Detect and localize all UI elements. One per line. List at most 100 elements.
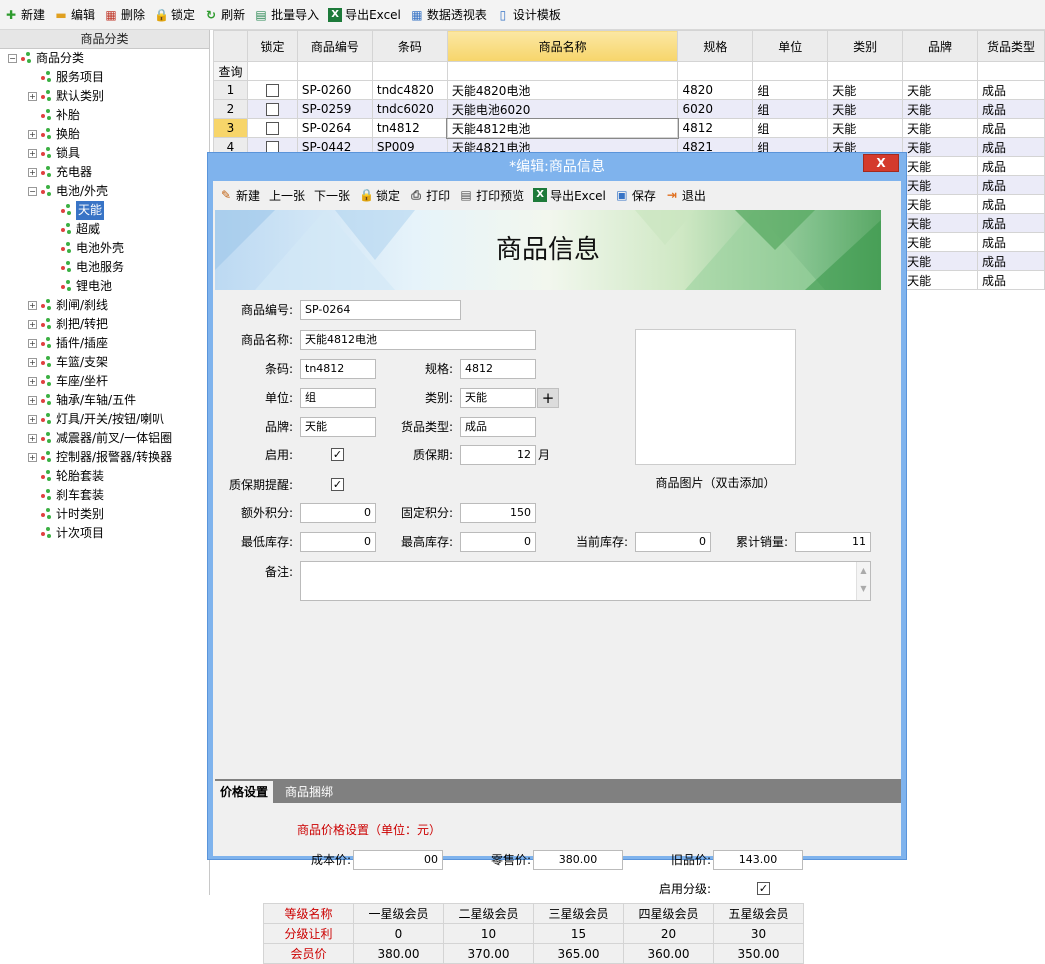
name-field[interactable]: 天能4812电池 [300, 330, 536, 350]
column-header[interactable]: 规格 [677, 30, 754, 62]
tab-price-settings[interactable]: 价格设置 [215, 781, 274, 803]
toolbar-grid-delete-button[interactable]: ▦ 删除 [104, 6, 145, 23]
query-cell[interactable] [371, 61, 448, 81]
current-stock-field[interactable]: 0 [635, 532, 711, 552]
expand-icon[interactable]: + [28, 339, 37, 348]
query-cell[interactable] [827, 61, 904, 81]
toolbar-plus-button[interactable]: ✚ 新建 [4, 6, 45, 23]
product-image-box[interactable] [635, 329, 796, 465]
lock-checkbox[interactable] [265, 103, 279, 116]
expand-icon[interactable]: + [28, 358, 37, 367]
max-stock-field[interactable]: 0 [460, 532, 536, 552]
level-cell[interactable]: 30 [713, 923, 804, 944]
toolbar-pivot-button[interactable]: ▦ 数据透视表 [410, 6, 487, 23]
table-row[interactable]: 1 SP-0260 tndc4820 天能4820电池 4820 组天能 天能 成品 [213, 80, 1045, 100]
dialog-toolbar-button[interactable]: ▣ 保存 [615, 187, 656, 204]
query-cell[interactable] [246, 61, 298, 81]
expand-icon[interactable]: + [28, 377, 37, 386]
tree-node[interactable]: + 插件/插座 [0, 334, 209, 353]
tree-node[interactable]: + 充电器 [0, 163, 209, 182]
level-cell[interactable]: 365.00 [533, 943, 624, 964]
expand-icon[interactable]: + [28, 320, 37, 329]
goods-type-field[interactable]: 成品 [460, 417, 536, 437]
warranty-field[interactable]: 12 [460, 445, 536, 465]
toolbar-excel-button[interactable]: X 导出Excel [328, 6, 401, 23]
level-cell[interactable]: 20 [623, 923, 714, 944]
retail-field[interactable]: 380.00 [533, 850, 623, 870]
expand-icon[interactable]: + [28, 92, 37, 101]
query-cell[interactable] [902, 61, 978, 81]
brand-field[interactable]: 天能 [300, 417, 376, 437]
enable-checkbox[interactable]: ✓ [331, 448, 344, 461]
dialog-toolbar-button[interactable]: 🔒 锁定 [359, 187, 400, 204]
remark-textarea[interactable]: ▲ ▼ [300, 561, 871, 601]
level-cell[interactable]: 370.00 [443, 943, 534, 964]
total-sales-field[interactable]: 11 [795, 532, 871, 552]
extra-points-field[interactable]: 0 [300, 503, 376, 523]
tree-node[interactable]: + 锁具 [0, 144, 209, 163]
expand-icon[interactable]: + [28, 130, 37, 139]
toolbar-import-button[interactable]: ▤ 批量导入 [254, 6, 319, 23]
column-header[interactable]: 品牌 [902, 30, 978, 62]
expand-icon[interactable]: + [28, 301, 37, 310]
lock-cell[interactable] [246, 80, 298, 100]
column-header[interactable]: 条码 [371, 30, 448, 62]
fixed-points-field[interactable]: 150 [460, 503, 536, 523]
query-cell[interactable] [296, 61, 373, 81]
tree-node[interactable]: + 减震器/前叉/一体铝圈 [0, 429, 209, 448]
dialog-toolbar-button[interactable]: ⇥ 退出 [665, 187, 706, 204]
level-enable-checkbox[interactable]: ✓ [757, 882, 770, 895]
level-cell[interactable]: 360.00 [623, 943, 714, 964]
column-header[interactable]: 锁定 [246, 30, 298, 62]
level-cell[interactable]: 380.00 [353, 943, 444, 964]
table-row[interactable]: 3 SP-0264 tn4812 天能4812电池 4812 组天能 天能 成品 [213, 117, 1045, 139]
expand-icon[interactable]: + [28, 168, 37, 177]
tree-node[interactable]: 超威 [0, 220, 209, 239]
dialog-toolbar-button[interactable]: ✎ 新建 [219, 187, 260, 204]
tree-node[interactable]: 锂电池 [0, 277, 209, 296]
toolbar-refresh-button[interactable]: ↻ 刷新 [204, 6, 245, 23]
lock-checkbox[interactable] [265, 84, 279, 97]
min-stock-field[interactable]: 0 [300, 532, 376, 552]
query-cell[interactable] [976, 61, 1045, 81]
column-header[interactable]: 类别 [827, 30, 904, 62]
lock-cell[interactable] [246, 99, 298, 119]
toolbar-lock-button[interactable]: 🔒 锁定 [154, 6, 195, 23]
expand-icon[interactable]: + [28, 149, 37, 158]
tree-node[interactable]: + 轴承/车轴/五件 [0, 391, 209, 410]
toolbar-template-button[interactable]: ▯ 设计模板 [496, 6, 561, 23]
dialog-toolbar-button[interactable]: ⎙ 打印 [409, 187, 450, 204]
level-cell[interactable]: 15 [533, 923, 624, 944]
column-header[interactable]: 货品类型 [976, 30, 1045, 62]
toolbar-folder-button[interactable]: ▬ 编辑 [54, 6, 95, 23]
tree-node[interactable]: + 控制器/报警器/转换器 [0, 448, 209, 467]
query-cell[interactable] [446, 61, 679, 81]
tree-node[interactable]: + 刹把/转把 [0, 315, 209, 334]
tree-node[interactable]: 电池外壳 [0, 239, 209, 258]
tab-product-bundle[interactable]: 商品捆绑 [280, 781, 338, 803]
column-header[interactable]: 商品名称 [446, 30, 679, 62]
dialog-toolbar-button[interactable]: 下一张 [314, 187, 350, 204]
tree-node[interactable]: 计时类别 [0, 505, 209, 524]
tree-node[interactable]: + 换胎 [0, 125, 209, 144]
tree-node[interactable]: + 刹闸/刹线 [0, 296, 209, 315]
query-cell[interactable] [677, 61, 754, 81]
expand-icon[interactable]: + [28, 415, 37, 424]
column-header[interactable]: 商品编号 [296, 30, 373, 62]
category-field[interactable]: 天能 [460, 388, 536, 408]
tree-node[interactable]: 电池服务 [0, 258, 209, 277]
expand-icon[interactable]: + [28, 453, 37, 462]
dialog-toolbar-button[interactable]: 上一张 [269, 187, 305, 204]
code-field[interactable]: SP-0264 [300, 300, 461, 320]
tree-node[interactable]: 服务项目 [0, 68, 209, 87]
tree-node[interactable]: − 电池/外壳 [0, 182, 209, 201]
tree-node[interactable]: 补胎 [0, 106, 209, 125]
cost-field[interactable]: 00 [353, 850, 443, 870]
collapse-icon[interactable]: − [28, 187, 37, 196]
level-cell[interactable]: 10 [443, 923, 534, 944]
tree-node[interactable]: + 灯具/开关/按钮/喇叭 [0, 410, 209, 429]
dialog-toolbar-button[interactable]: ▤ 打印预览 [459, 187, 524, 204]
expand-icon[interactable]: + [28, 396, 37, 405]
warranty-remind-checkbox[interactable]: ✓ [331, 478, 344, 491]
dialog-toolbar-button[interactable]: X 导出Excel [533, 187, 606, 204]
